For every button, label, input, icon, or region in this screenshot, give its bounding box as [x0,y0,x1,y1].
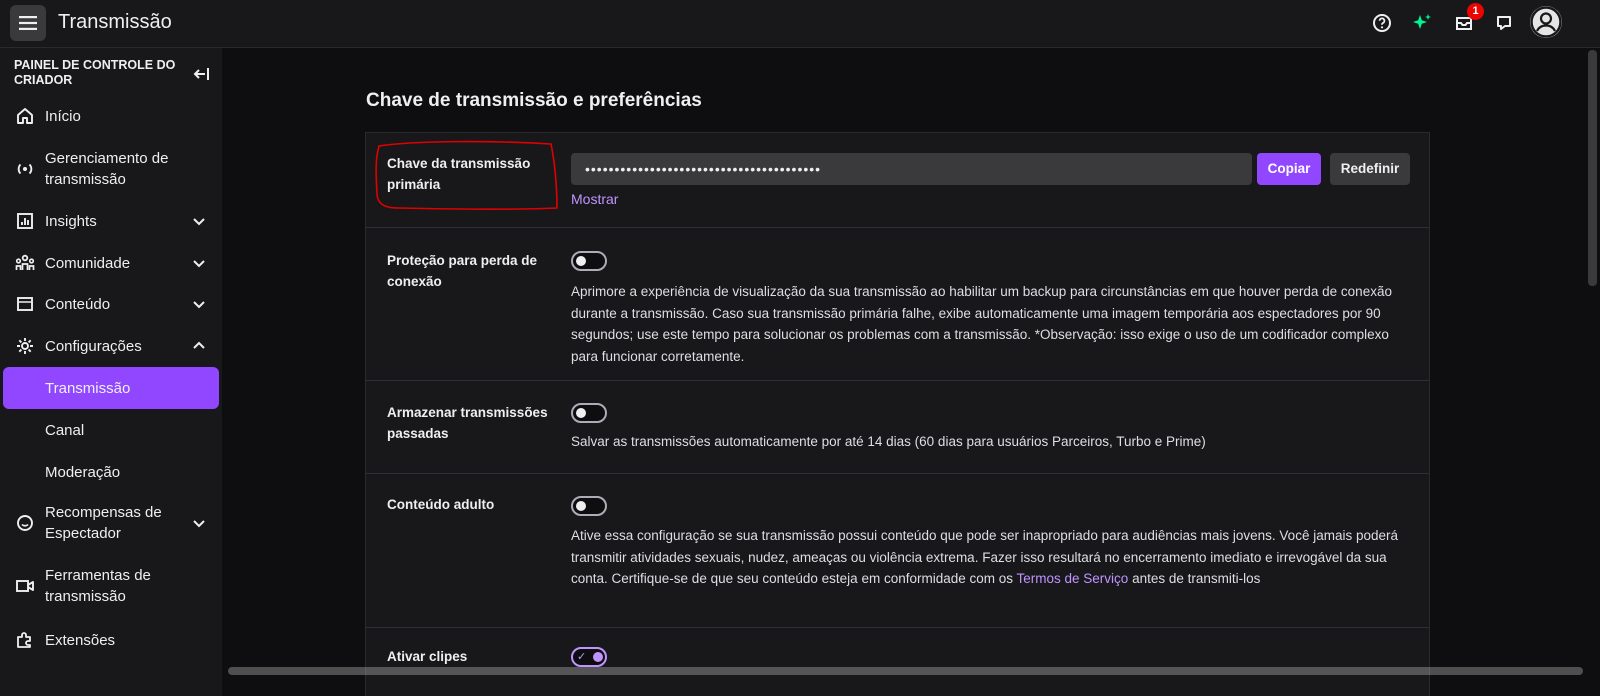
horizontal-scrollbar[interactable] [228,667,1583,675]
enable-clips-toggle[interactable]: ✓ [571,647,607,667]
chevron-up-icon [193,341,205,349]
mature-content-label: Conteúdo adulto [387,497,495,512]
rewards-icon [14,512,36,534]
chart-icon [14,210,36,232]
chat-bubble-icon [1497,16,1511,30]
sparkle-icon [1413,14,1431,29]
enable-clips-label: Ativar clipes [387,649,468,664]
puzzle-icon [14,629,36,651]
home-icon [14,105,36,127]
top-bar: Transmissão 1 [0,0,1600,48]
sidebar-item-configuracoes[interactable]: Configurações [0,334,222,358]
copy-button[interactable]: Copiar [1257,153,1321,185]
row-divider [366,227,1429,228]
chevron-down-icon [193,260,205,268]
store-broadcasts-label: Armazenar transmissões passadas [387,405,548,441]
sidebar-item-moderacao[interactable]: Moderação [0,460,222,484]
sidebar-item-transmissao[interactable]: Transmissão [0,376,222,400]
store-broadcasts-description: Salvar as transmissões automaticamente p… [571,434,1206,449]
chevron-down-icon [193,520,205,528]
whispers-button[interactable] [1492,11,1516,35]
mature-content-toggle[interactable] [571,496,607,516]
row-divider [366,473,1429,474]
community-icon [14,252,36,274]
user-icon [1530,6,1562,38]
row-divider [366,627,1429,628]
sidebar-item-label: Recompensas de Espectador [45,504,162,542]
disconnect-protection-toggle[interactable] [571,251,607,271]
sidebar-header: PAINEL DE CONTROLE DO CRIADOR [14,58,176,87]
sidebar-item-inicio[interactable]: Início [0,104,222,128]
disconnect-protection-label: Proteção para perda de conexão [387,253,538,289]
notification-badge: 1 [1467,3,1484,20]
creator-dashboard-sidebar: PAINEL DE CONTROLE DO CRIADOR Início Ger… [0,48,222,696]
sidebar-item-label: Início [45,107,81,125]
vertical-scrollbar[interactable] [1588,50,1597,286]
sidebar-item-ferramentas[interactable]: Ferramentas de transmissão [0,565,222,607]
sidebar-item-label: Moderação [45,463,121,481]
sidebar-item-comunidade[interactable]: Comunidade [0,251,222,275]
sidebar-item-label: Canal [45,421,85,439]
sidebar-item-label: Extensões [45,631,116,649]
user-avatar[interactable] [1530,6,1562,38]
chevron-down-icon [193,218,205,226]
page-title: Transmissão [58,11,172,33]
help-icon [1373,14,1391,32]
reset-button[interactable]: Redefinir [1330,153,1410,185]
broadcast-icon [14,158,36,180]
section-title: Chave de transmissão e preferências [366,90,702,111]
content-icon [14,293,36,315]
gear-icon [14,335,36,357]
sidebar-item-gerenciamento[interactable]: Gerenciamento de transmissão [0,148,222,190]
turbo-button[interactable] [1410,11,1434,35]
collapse-left-icon [193,68,209,80]
show-key-link[interactable]: Mostrar [571,191,618,207]
help-button[interactable] [1370,11,1394,35]
hamburger-icon [19,16,37,30]
sidebar-item-label: Ferramentas de transmissão [45,567,151,605]
collapse-sidebar-button[interactable] [192,64,212,84]
sidebar-item-label: Gerenciamento de transmissão [45,150,169,188]
stream-key-label: Chave da transmissão primária [387,156,531,192]
sidebar-item-label: Transmissão [45,379,131,397]
store-broadcasts-toggle[interactable] [571,403,607,423]
row-divider [366,380,1429,381]
sidebar-item-conteudo[interactable]: Conteúdo [0,292,222,316]
settings-card: Chave da transmissão primária ••••••••••… [365,132,1430,696]
sidebar-item-label: Configurações [45,337,142,355]
hamburger-menu-button[interactable] [10,5,46,41]
chevron-down-icon [193,301,205,309]
sidebar-item-recompensas[interactable]: Recompensas de Espectador [0,502,222,544]
sidebar-item-insights[interactable]: Insights [0,209,222,233]
sidebar-item-extensoes[interactable]: Extensões [0,628,222,652]
stream-key-field[interactable]: •••••••••••••••••••••••••••••••••••••••• [571,153,1252,185]
camera-icon [14,575,36,597]
sidebar-item-canal[interactable]: Canal [0,418,222,442]
disconnect-protection-description: Aprimore a experiência de visualização d… [571,284,1392,364]
sidebar-item-label: Conteúdo [45,295,111,313]
sidebar-item-label: Insights [45,212,97,230]
mature-content-description: Ative essa configuração se sua transmiss… [571,528,1398,586]
sidebar-item-label: Comunidade [45,254,131,272]
terms-of-service-link[interactable]: Termos de Serviço [1017,571,1129,586]
